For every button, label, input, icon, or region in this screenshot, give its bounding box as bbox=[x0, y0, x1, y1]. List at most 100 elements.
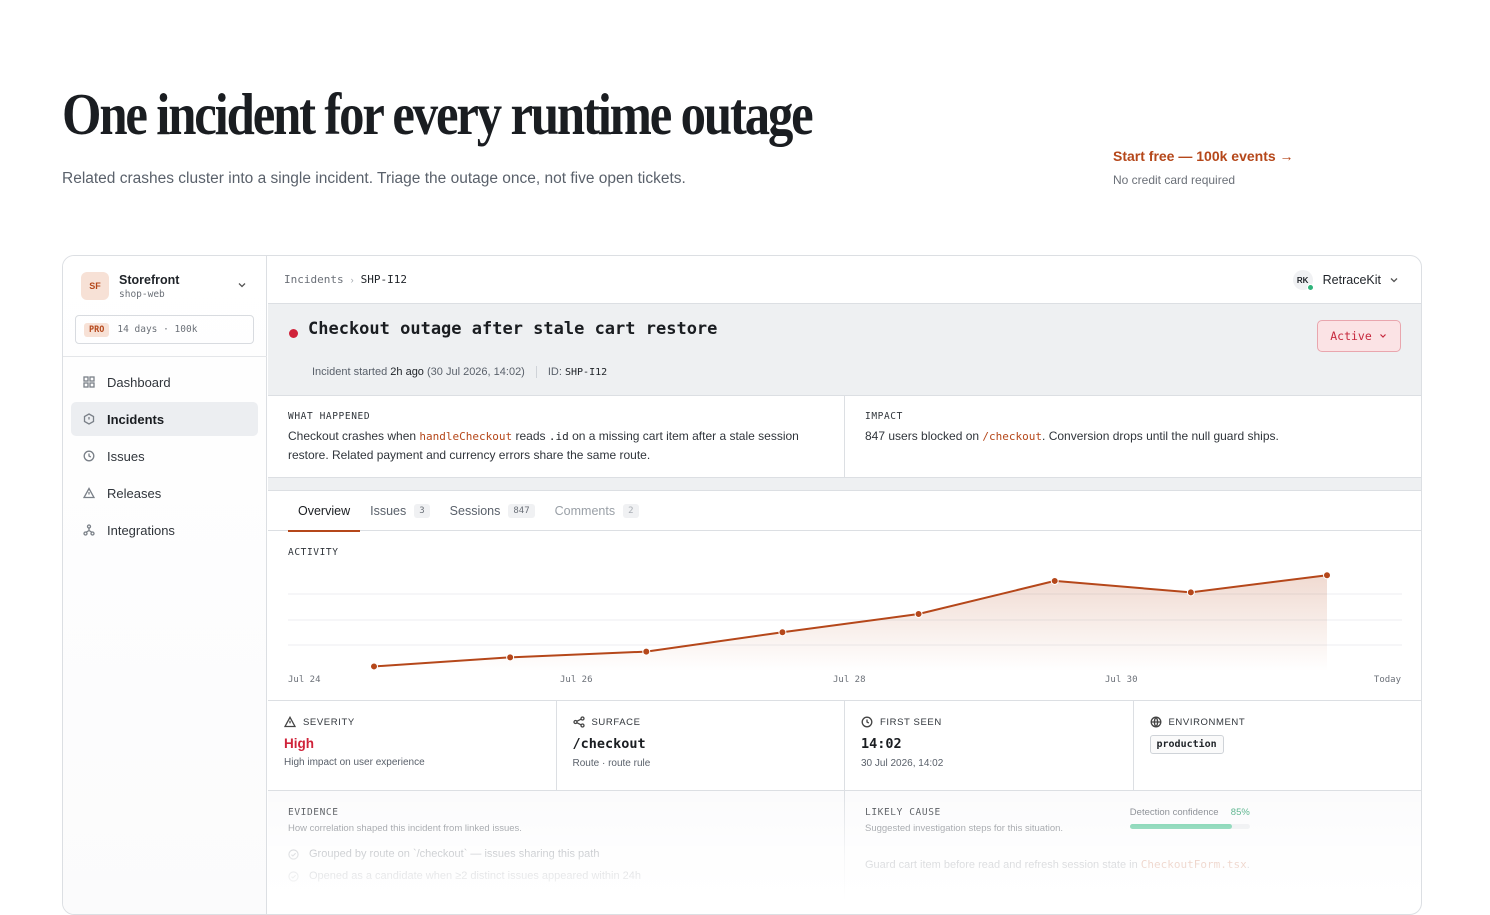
tab-label: Issues bbox=[370, 504, 407, 518]
started-absolute: (30 Jul 2026, 14:02) bbox=[427, 366, 525, 378]
check-circle-icon bbox=[288, 848, 299, 860]
tab-label: Overview bbox=[298, 504, 351, 518]
cta-label: Start free — 100k events bbox=[1113, 148, 1276, 164]
stat-label: SURFACE bbox=[591, 716, 641, 728]
clock-icon bbox=[83, 450, 95, 462]
surface-value: /checkout bbox=[572, 736, 646, 752]
plan-status[interactable]: PRO 14 days · 100k bbox=[75, 315, 254, 344]
activity-point bbox=[1186, 588, 1195, 597]
started-relative: 2h ago bbox=[390, 366, 424, 378]
x-tick-label: Jul 30 bbox=[1105, 675, 1138, 685]
evidence-label: EVIDENCE bbox=[288, 807, 339, 818]
impact-panel: IMPACT 847 users blocked on /checkout. C… bbox=[845, 396, 1299, 477]
tab-count: 847 bbox=[508, 504, 535, 518]
status-dropdown[interactable]: Active bbox=[1317, 320, 1401, 352]
sidebar-item-label: Releases bbox=[107, 485, 162, 501]
sidebar-nav: Dashboard Incidents Issues Releases Inte… bbox=[71, 365, 258, 550]
main-panel: Incidents › SHP-I12 RK RetraceKit Checko… bbox=[268, 256, 1421, 914]
plan-badge: PRO bbox=[84, 322, 110, 337]
sidebar-item-issues[interactable]: Issues bbox=[71, 439, 258, 473]
cause-tail: . bbox=[1246, 859, 1250, 871]
check-circle-icon bbox=[288, 870, 299, 882]
nodes-icon bbox=[83, 524, 95, 536]
stat-sub: High impact on user experience bbox=[284, 757, 425, 768]
confidence-value: 85% bbox=[1230, 807, 1250, 818]
incident-header: Checkout outage after stale cart restore… bbox=[268, 304, 1421, 396]
sidebar-item-label: Incidents bbox=[107, 411, 165, 427]
hero-title: One incident for every runtime outage bbox=[62, 81, 814, 147]
x-tick-label: Jul 26 bbox=[560, 675, 593, 685]
incident-meta: Incident started 2h ago (30 Jul 2026, 14… bbox=[312, 366, 607, 378]
user-menu[interactable]: RK RetraceKit bbox=[1292, 270, 1399, 291]
tab-count: 2 bbox=[623, 504, 639, 518]
stat-label: FIRST SEEN bbox=[880, 716, 942, 728]
details-section: EVIDENCE How correlation shaped this inc… bbox=[268, 791, 1421, 901]
activity-chart: ACTIVITY Jul 24 Jul 26 Jul 28 Jul 30 Tod… bbox=[268, 531, 1421, 701]
id-label: ID: bbox=[547, 366, 562, 378]
user-name: RetraceKit bbox=[1322, 273, 1381, 287]
evidence-panel: EVIDENCE How correlation shaped this inc… bbox=[268, 791, 845, 901]
app-window: SF Storefront shop-web PRO 14 days · 100… bbox=[62, 255, 1422, 915]
status-dot-icon bbox=[289, 329, 298, 338]
breadcrumb-incidents[interactable]: Incidents bbox=[284, 273, 344, 286]
start-free-link[interactable]: Start free — 100k events → bbox=[1113, 148, 1294, 164]
what-happened-text: Checkout crashes when bbox=[288, 429, 417, 443]
tab-sessions[interactable]: Sessions 847 bbox=[440, 491, 545, 531]
code-id: .id bbox=[548, 430, 569, 443]
section-gap bbox=[268, 478, 1421, 491]
breadcrumb-current: SHP-I12 bbox=[360, 273, 407, 286]
cause-text: Guard cart item before read and refresh … bbox=[865, 858, 1250, 871]
confidence-label: Detection confidence bbox=[1129, 807, 1219, 818]
surface-card: SURFACE /checkout Route · route rule bbox=[557, 701, 845, 790]
tab-comments[interactable]: Comments 2 bbox=[545, 491, 649, 531]
environment-card: ENVIRONMENT production bbox=[1134, 701, 1422, 790]
workspace-slug: shop-web bbox=[119, 288, 165, 300]
impact-label: IMPACT bbox=[865, 411, 903, 422]
chevron-down-icon bbox=[238, 283, 246, 288]
severity-card: SEVERITY High High impact on user experi… bbox=[268, 701, 557, 790]
tab-issues[interactable]: Issues 3 bbox=[360, 491, 440, 531]
sidebar-item-integrations[interactable]: Integrations bbox=[71, 513, 258, 547]
hero-subtitle: Related crashes cluster into a single in… bbox=[62, 170, 686, 187]
code-checkout-route: /checkout bbox=[982, 430, 1043, 443]
activity-point bbox=[642, 647, 651, 656]
evidence-item: Opened as a candidate when ≥2 distinct i… bbox=[288, 870, 824, 882]
activity-point bbox=[1323, 571, 1331, 580]
tab-label: Sessions bbox=[449, 504, 501, 518]
sidebar: SF Storefront shop-web PRO 14 days · 100… bbox=[63, 256, 267, 914]
incident-summary: WHAT HAPPENED Checkout crashes when hand… bbox=[268, 396, 1421, 478]
sidebar-item-dashboard[interactable]: Dashboard bbox=[71, 365, 258, 399]
environment-badge: production bbox=[1149, 735, 1224, 754]
cause-sentence: Guard cart item before read and refresh … bbox=[865, 859, 1138, 871]
likely-cause-panel: LIKELY CAUSE Suggested investigation ste… bbox=[845, 791, 1270, 901]
evidence-sub: How correlation shaped this incident fro… bbox=[288, 823, 522, 834]
sidebar-item-releases[interactable]: Releases bbox=[71, 476, 258, 510]
tab-count: 3 bbox=[414, 504, 430, 518]
activity-point bbox=[1050, 576, 1059, 585]
tab-label: Comments bbox=[554, 504, 616, 518]
arrow-right-icon: → bbox=[1279, 148, 1294, 164]
plan-info: 14 days · 100k bbox=[117, 324, 198, 335]
tab-overview[interactable]: Overview bbox=[288, 491, 361, 532]
impact-text: 847 users blocked on bbox=[865, 429, 980, 443]
avatar: RK bbox=[1292, 270, 1314, 291]
topbar: Incidents › SHP-I12 RK RetraceKit bbox=[268, 256, 1421, 304]
globe-icon bbox=[1150, 716, 1161, 728]
activity-point bbox=[370, 662, 378, 671]
activity-point bbox=[914, 610, 923, 618]
x-tick-label: Today bbox=[1373, 675, 1401, 685]
sidebar-item-incidents[interactable]: Incidents bbox=[71, 402, 258, 436]
sidebar-item-label: Integrations bbox=[107, 522, 175, 538]
code-handle-checkout: handleCheckout bbox=[419, 430, 513, 443]
warning-icon bbox=[284, 716, 296, 728]
workspace-switcher[interactable]: SF Storefront shop-web bbox=[81, 272, 251, 300]
stat-label: SEVERITY bbox=[303, 716, 355, 728]
cta-note: No credit card required bbox=[1113, 173, 1236, 187]
evidence-item: Grouped by route on `/checkout` — issues… bbox=[288, 848, 824, 860]
workspace-avatar: SF bbox=[81, 272, 109, 300]
what-happened-text: reads bbox=[515, 429, 546, 443]
chevron-down-icon bbox=[1390, 278, 1398, 283]
first-seen-card: FIRST SEEN 14:02 30 Jul 2026, 14:02 bbox=[845, 701, 1134, 790]
code-file: CheckoutForm.tsx bbox=[1140, 858, 1247, 871]
x-tick-label: Jul 28 bbox=[833, 675, 866, 685]
